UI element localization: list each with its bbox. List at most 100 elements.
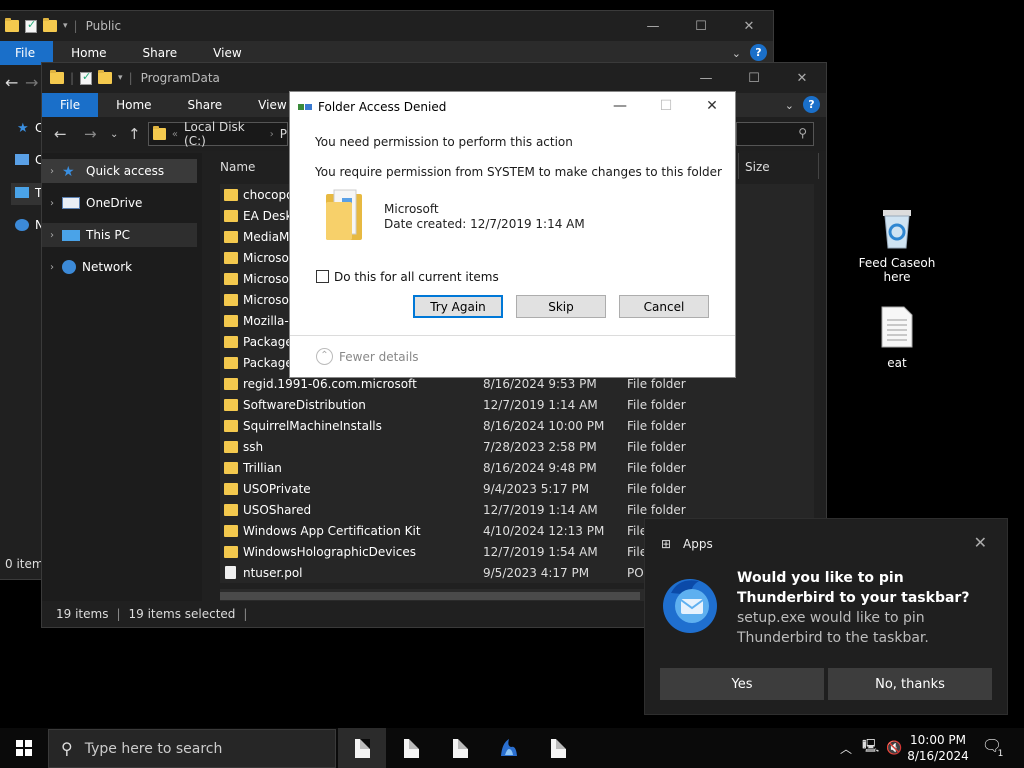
table-row[interactable]: Trillian 8/16/2024 9:48 PM File folder [220,457,814,478]
sidebar-item-this-pc[interactable]: › This PC [42,223,197,247]
taskbar-clock[interactable]: 10:00 PM 8/16/2024 [900,732,976,764]
help-icon[interactable]: ? [803,96,820,113]
folder-icon [224,230,238,243]
tab-share[interactable]: Share [170,93,241,117]
yes-button[interactable]: Yes [660,668,824,700]
properties-icon[interactable] [25,18,37,33]
scrollbar-thumb[interactable] [220,592,640,600]
chevron-down-icon[interactable]: ▾ [63,21,68,31]
new-folder-icon[interactable] [43,18,57,32]
table-row[interactable]: SquirrelMachineInstalls 8/16/2024 10:00 P… [220,415,814,436]
file-type: File folder [627,439,686,454]
maximize-button[interactable]: ☐ [643,92,689,120]
fewer-details-label[interactable]: Fewer details [339,350,419,364]
cancel-button[interactable]: Cancel [619,295,709,318]
fewer-details-toggle[interactable]: ⌃ Fewer details [316,348,419,365]
close-button[interactable]: ✕ [725,11,773,41]
explorer-titlebar[interactable]: | ▾ | ProgramData — ☐ ✕ [42,63,826,93]
column-header-size[interactable]: Size [745,153,770,181]
overflow-chevron-icon[interactable]: « [172,129,178,140]
search-placeholder[interactable]: Type here to search [85,741,223,757]
apply-all-checkbox[interactable] [316,270,329,283]
show-hidden-icons-icon[interactable]: ︿ [840,728,852,768]
close-button[interactable]: ✕ [689,92,735,120]
forward-arrow-icon[interactable]: → [84,125,97,143]
column-divider[interactable] [738,153,739,179]
taskbar-app-thunderbird[interactable] [485,728,533,768]
taskbar: ⚲ Type here to search ︿ 🖳 🔇 10:00 PM 8/1… [0,728,1024,768]
forward-arrow-icon[interactable]: → [25,73,38,92]
table-row[interactable]: ssh 7/28/2023 2:58 PM File folder [220,436,814,457]
tab-home[interactable]: Home [98,93,169,117]
ribbon-expand-icon[interactable]: ⌄ [785,99,794,112]
taskbar-search[interactable]: ⚲ Type here to search [48,729,336,768]
table-row[interactable]: USOPrivate 9/4/2023 5:17 PM File folder [220,478,814,499]
start-button[interactable] [0,728,48,768]
back-arrow-icon[interactable]: ← [54,125,67,143]
skip-button[interactable]: Skip [516,295,606,318]
desktop-icon-label: Feed Caseoh here [858,256,936,284]
thunderbird-pin-notification[interactable]: ⊞ Apps ✕ Would you like to pin Thunderbi… [644,518,1008,715]
tab-file[interactable]: File [42,93,99,117]
folder-icon [224,188,238,201]
folder-icon [224,377,238,390]
address-bar[interactable]: « Local Disk (C:) › P [148,120,288,148]
chevron-down-icon[interactable]: ▾ [118,73,123,83]
notification-heading: Would you like to pin Thunderbird to you… [737,570,970,606]
taskbar-app-notepad[interactable] [338,728,386,768]
network-icon [62,260,76,274]
sidebar-item-quick-access[interactable]: › ★ Quick access [42,159,197,183]
chevron-right-icon[interactable]: › [42,166,62,177]
taskbar-app-document[interactable] [534,728,582,768]
taskbar-app-document[interactable] [436,728,484,768]
file-type: File folder [627,376,686,391]
ribbon-expand-icon[interactable]: ⌄ [732,47,741,60]
desktop-icon-file-eat[interactable]: eat [852,306,942,370]
help-icon[interactable]: ? [750,44,767,61]
file-name: Windows App Certification Kit [243,523,421,538]
file-date-modified: 8/16/2024 9:53 PM [483,376,597,391]
chevron-right-icon[interactable]: › [42,198,62,209]
close-button[interactable]: ✕ [778,63,826,93]
folder-icon [224,419,238,432]
taskbar-app-document[interactable] [387,728,435,768]
back-arrow-icon[interactable]: ← [5,73,18,92]
folder-icon [224,293,238,306]
up-arrow-icon[interactable]: ↑ [128,125,141,143]
recent-locations-icon[interactable]: ⌄ [110,129,118,140]
properties-icon[interactable] [80,70,93,85]
sidebar-item-network[interactable]: › Network [42,255,197,279]
chevron-up-icon[interactable]: ⌃ [316,348,333,365]
breadcrumb-current[interactable]: P [280,127,287,141]
close-icon[interactable]: ✕ [974,533,987,552]
no-thanks-button[interactable]: No, thanks [828,668,992,700]
sidebar-item-onedrive[interactable]: › OneDrive [42,191,197,215]
new-folder-icon[interactable] [98,70,113,84]
file-type: File folder [627,460,686,475]
chevron-right-icon[interactable]: › [42,262,62,273]
back-titlebar[interactable]: ▾ | Public — ☐ ✕ [0,11,773,41]
column-header-name[interactable]: Name [220,153,255,181]
chevron-right-icon[interactable]: › [42,230,62,241]
breadcrumb-separator-icon: › [269,128,274,140]
action-center-icon[interactable]: 🗨 1 [980,736,1006,760]
desktop-icon-label: eat [887,356,907,370]
maximize-button[interactable]: ☐ [730,63,778,93]
minimize-button[interactable]: — [597,92,643,120]
column-divider[interactable] [818,153,819,179]
breadcrumb-local-disk[interactable]: Local Disk (C:) [184,120,264,148]
minimize-button[interactable]: — [682,63,730,93]
desktop-icon-recycle-bin[interactable]: Feed Caseoh here [852,206,942,284]
folder-access-denied-dialog[interactable]: Folder Access Denied — ☐ ✕ You need perm… [289,91,736,378]
minimize-button[interactable]: — [629,11,677,41]
document-icon [403,738,419,758]
table-row[interactable]: USOShared 12/7/2019 1:14 AM File folder [220,499,814,520]
file-name: WindowsHolographicDevices [243,544,416,559]
try-again-button[interactable]: Try Again [413,295,503,318]
search-input[interactable]: ⚲ [736,122,814,146]
network-status-icon[interactable]: 🖳 [862,728,879,768]
maximize-button[interactable]: ☐ [677,11,725,41]
apply-all-label[interactable]: Do this for all current items [334,270,499,284]
sidebar-item-label: Quick access [86,164,165,178]
table-row[interactable]: SoftwareDistribution 12/7/2019 1:14 AM Fil… [220,394,814,415]
